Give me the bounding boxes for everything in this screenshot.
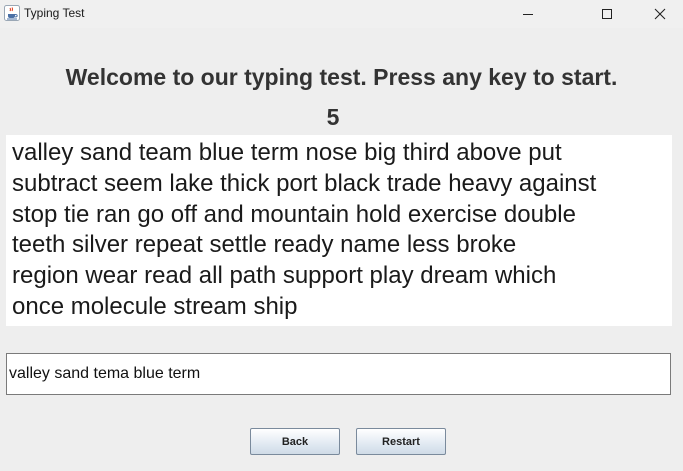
countdown-counter: 5 [326,104,340,130]
back-button[interactable]: Back [250,428,340,455]
passage-line: teeth silver repeat settle ready name le… [12,231,517,259]
window-title: Typing Test [24,6,85,20]
typing-test-window: Typing Test Welcome to our typing test. … [0,0,683,471]
minimize-icon [523,14,533,15]
passage-line: valley sand team blue term nose big thir… [12,139,562,166]
title-bar: Typing Test [0,0,683,28]
instructions-heading: Welcome to our typing test. Press any ke… [65,64,618,90]
maximize-icon [602,9,612,19]
passage-line: subtract seem lake thick port black trad… [12,169,597,197]
java-coffee-cup-icon [4,5,20,21]
close-icon [654,8,666,20]
typing-input[interactable] [6,353,671,395]
passage-line: region wear read all path support play d… [12,262,557,290]
restart-button[interactable]: Restart [356,428,446,455]
maximize-button[interactable] [584,0,630,28]
passage-line: stop tie ran go off and mountain hold ex… [12,200,576,228]
close-button[interactable] [637,0,683,28]
passage-text-area: valley sand team blue term nose big thir… [6,135,672,326]
minimize-button[interactable] [505,0,551,28]
passage-line: once molecule stream ship [12,292,298,320]
